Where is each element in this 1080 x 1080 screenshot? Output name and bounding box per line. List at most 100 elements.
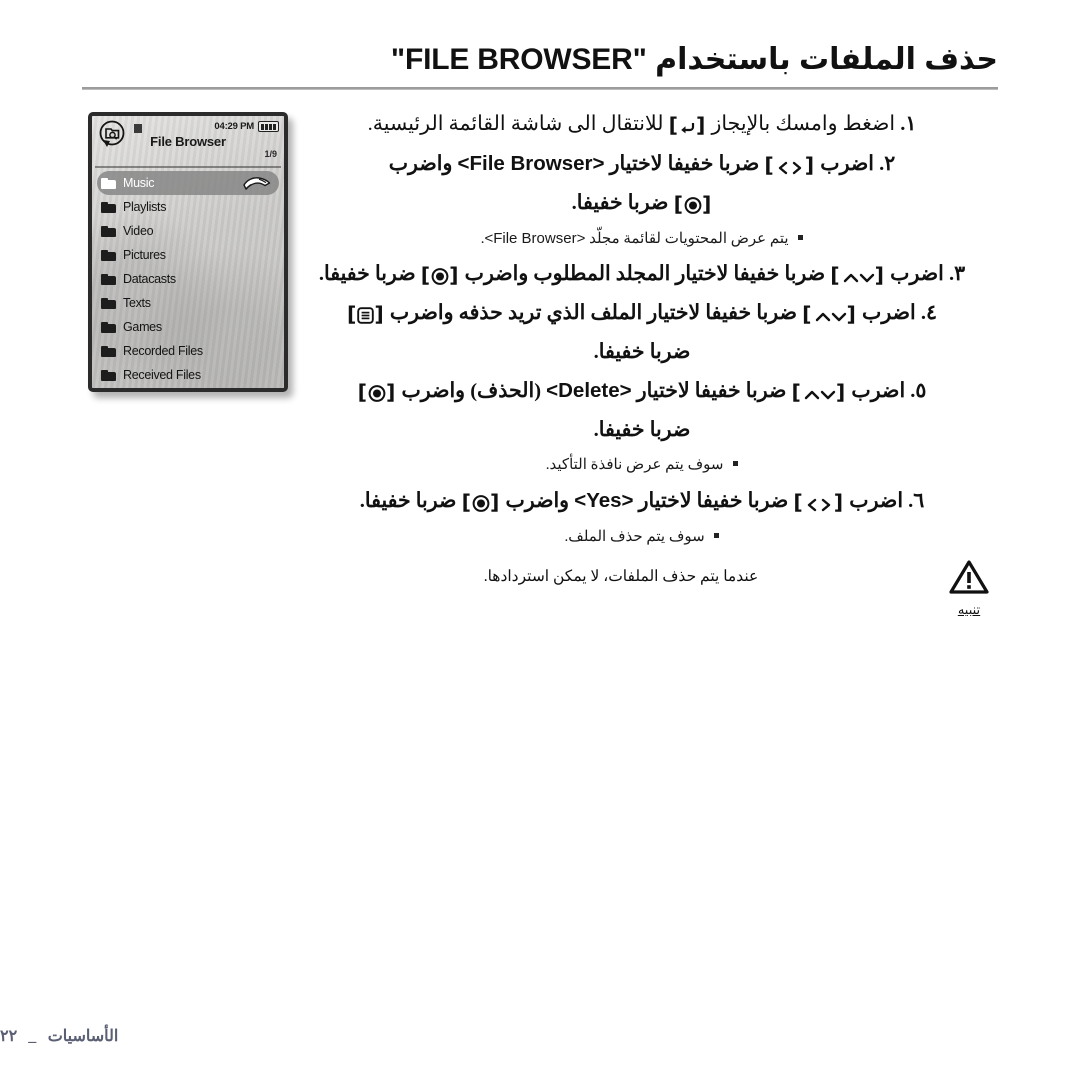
caution-text: عندما يتم حذف الملفات، لا يمكن استردادها… bbox=[483, 568, 759, 585]
up-down-button-icon: [] bbox=[802, 302, 857, 326]
list-item[interactable]: Texts bbox=[92, 291, 284, 315]
step-1-number: ١. bbox=[900, 113, 917, 135]
step-1: ١. اضغط وامسك بالإيجاز [] للانتقال الى ش… bbox=[286, 108, 998, 142]
hand-pointer-icon bbox=[241, 174, 271, 192]
step-6-part-4: ضربا خفيفا. bbox=[359, 490, 457, 512]
step-2-note: يتم عرض المحتويات لقائمة مجلّد <File Bro… bbox=[286, 226, 998, 252]
folder-icon bbox=[101, 177, 116, 189]
footer-content: الأساسيات _ ٢٢ bbox=[0, 1026, 118, 1046]
list-item[interactable]: Video bbox=[92, 219, 284, 243]
step-2-term: <File Browser> bbox=[457, 152, 605, 175]
battery-full-icon bbox=[258, 121, 279, 132]
list-item[interactable]: Pictures bbox=[92, 243, 284, 267]
list-item-label: Texts bbox=[123, 296, 151, 310]
left-right-button-icon: [] bbox=[793, 490, 845, 514]
list-item-label: Playlists bbox=[123, 200, 167, 214]
folder-icon bbox=[101, 345, 116, 357]
square-bullet bbox=[714, 533, 720, 538]
step-2-cont: [] ضربا خفيفا. bbox=[286, 187, 998, 221]
folder-icon bbox=[101, 369, 116, 381]
caution-text-wrap: عندما يتم حذف الملفات، لا يمكن استردادها… bbox=[286, 558, 940, 590]
list-item[interactable]: Received Files bbox=[92, 363, 284, 387]
list-item-label: Video bbox=[123, 224, 154, 238]
step-6-number: ٦. bbox=[908, 490, 925, 512]
device-title-divider bbox=[95, 166, 281, 168]
list-item[interactable]: Music bbox=[97, 171, 279, 195]
square-marker-icon bbox=[134, 124, 142, 133]
device-clock: 04:29 PM bbox=[214, 121, 254, 132]
step-5-term: <Delete> bbox=[546, 379, 632, 402]
list-item[interactable]: Playlists bbox=[92, 195, 284, 219]
step-4-part-3: ضربا خفيفا. bbox=[593, 341, 691, 363]
step-2-note-term: <File Browser> bbox=[484, 230, 586, 247]
step-4-number: ٤. bbox=[920, 302, 937, 324]
step-2-number: ٢. bbox=[879, 153, 896, 175]
step-5: ٥. اضرب [] ضربا خفيفا لاختيار <Delete> (… bbox=[286, 374, 998, 409]
step-2: ٢. اضرب [] ضربا خفيفا لاختيار <File Brow… bbox=[286, 147, 998, 182]
manual-page: حذف الملفات باستخدام "FILE BROWSER" 04:2… bbox=[0, 0, 1080, 1080]
step-5-number: ٥. bbox=[910, 380, 927, 402]
device-screenshot: 04:29 PM File Browser 1/9 Music Playlist… bbox=[88, 112, 288, 392]
title-divider bbox=[82, 87, 998, 90]
step-3-number: ٣. bbox=[948, 263, 966, 285]
folder-icon bbox=[101, 297, 116, 309]
step-6-term: <Yes> bbox=[574, 489, 634, 512]
title-block: حذف الملفات باستخدام "FILE BROWSER" bbox=[82, 40, 998, 90]
return-button-icon: [] bbox=[668, 113, 707, 137]
step-5-part-3: (الحذف) واضرب bbox=[401, 380, 542, 402]
folder-icon bbox=[101, 225, 116, 237]
up-down-button-icon: [] bbox=[791, 380, 847, 404]
step-4-cont: ضربا خفيفا. bbox=[286, 336, 998, 369]
footer-section: الأساسيات bbox=[47, 1028, 119, 1045]
step-5-part-2: ضربا خفيفا لاختيار bbox=[636, 380, 787, 402]
step-4-part-1: اضرب bbox=[862, 302, 916, 324]
step-5-note-text: سوف يتم عرض نافذة التأكيد. bbox=[545, 457, 724, 473]
step-4: ٤. اضرب [] ضربا خفيفا لاختيار الملف الذي… bbox=[286, 297, 998, 331]
square-bullet bbox=[798, 235, 804, 240]
step-2-part-2: ضربا خفيفا لاختيار bbox=[609, 153, 760, 175]
step-5-part-1: اضرب bbox=[851, 380, 906, 402]
footer-page-number: ٢٢ bbox=[0, 1028, 18, 1045]
caution-icon-wrap: تنبيه bbox=[940, 558, 998, 618]
list-item-label: Music bbox=[123, 176, 155, 190]
instruction-steps: ١. اضغط وامسك بالإيجاز [] للانتقال الى ش… bbox=[286, 108, 998, 556]
select-button-icon: [] bbox=[420, 263, 460, 287]
step-5-cont: ضربا خفيفا. bbox=[286, 414, 998, 447]
step-6-part-2: ضربا خفيفا لاختيار bbox=[638, 490, 789, 512]
step-2-part-1: اضرب bbox=[820, 153, 874, 175]
list-item[interactable]: Datacasts bbox=[92, 267, 284, 291]
step-5-note: سوف يتم عرض نافذة التأكيد. bbox=[286, 452, 998, 478]
device-screen-title: File Browser bbox=[150, 134, 226, 149]
warning-triangle-icon bbox=[949, 560, 989, 599]
folder-icon bbox=[101, 321, 116, 333]
folder-icon bbox=[101, 201, 116, 213]
list-item[interactable]: Recorded Files bbox=[92, 339, 284, 363]
device-page-indicator: 1/9 bbox=[264, 149, 277, 159]
step-3-part-3: ضربا خفيفا. bbox=[318, 263, 416, 285]
step-2-note-before: يتم عرض المحتويات لقائمة مجلّد bbox=[589, 231, 789, 247]
page-title: حذف الملفات باستخدام "FILE BROWSER" bbox=[390, 43, 998, 76]
footer-separator: _ bbox=[28, 1028, 37, 1045]
list-item-label: Received Files bbox=[123, 368, 201, 382]
list-item-label: Games bbox=[123, 320, 162, 334]
page-footer: الأساسيات _ ٢٢ bbox=[0, 1026, 996, 1046]
step-2-part-4: ضربا خفيفا. bbox=[571, 192, 669, 214]
step-6-part-1: اضرب bbox=[849, 490, 904, 512]
select-button-icon: [] bbox=[357, 380, 397, 404]
step-3-part-2: ضربا خفيفا لاختيار المجلد المطلوب واضرب bbox=[464, 263, 826, 285]
step-2-part-3: واضرب bbox=[388, 153, 453, 175]
step-6: ٦. اضرب [] ضربا خفيفا لاختيار <Yes> واضر… bbox=[286, 484, 998, 519]
step-3-part-1: اضرب bbox=[890, 263, 944, 285]
folder-icon bbox=[101, 249, 116, 261]
step-1-text-after: للانتقال الى شاشة القائمة الرئيسية. bbox=[367, 113, 664, 135]
list-item-label: Recorded Files bbox=[123, 344, 203, 358]
device-screen: 04:29 PM File Browser 1/9 Music Playlist… bbox=[92, 116, 284, 388]
select-button-icon: [] bbox=[673, 192, 713, 216]
step-1-text-before: اضغط وامسك بالإيجاز bbox=[711, 113, 896, 135]
step-6-note: سوف يتم حذف الملف. bbox=[286, 524, 998, 550]
list-item[interactable]: Games bbox=[92, 315, 284, 339]
select-button-icon: [] bbox=[461, 490, 501, 514]
left-right-button-icon: [] bbox=[764, 153, 816, 177]
up-down-button-icon: [] bbox=[830, 263, 886, 287]
caution-block: تنبيه عندما يتم حذف الملفات، لا يمكن است… bbox=[286, 558, 998, 618]
